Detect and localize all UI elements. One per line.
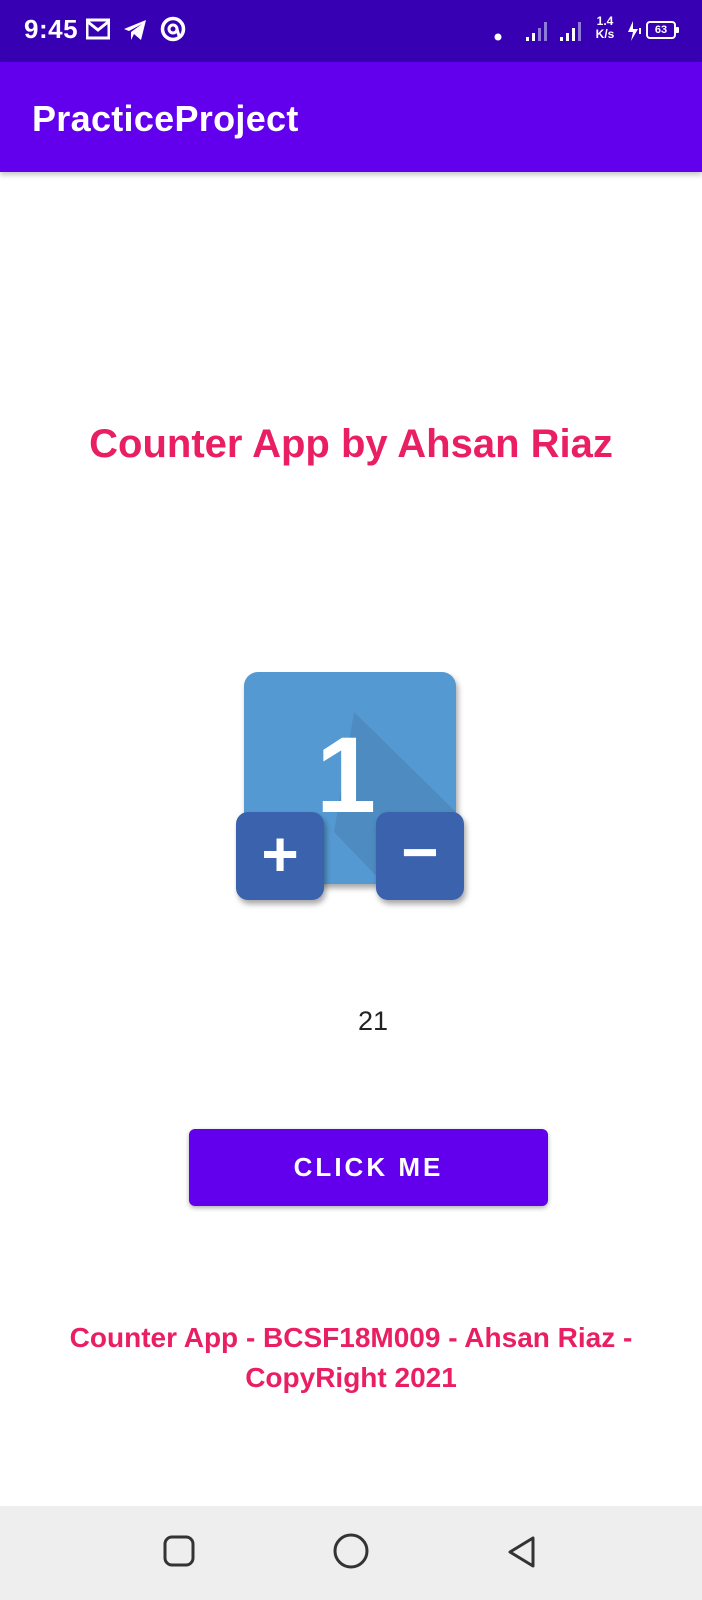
click-me-button[interactable]: CLICK ME [189,1129,548,1206]
minus-icon: − [401,816,438,888]
charging-icon [626,20,642,47]
counter-digit: 1 [316,714,376,835]
network-speed-unit: K/s [595,27,615,41]
status-time: 9:45 [24,14,79,44]
dot-icon [494,28,502,46]
plus-icon: + [261,818,298,890]
home-icon[interactable] [332,1532,370,1575]
app-title: PracticeProject [32,98,299,139]
app-notification-icon [160,16,186,47]
back-icon[interactable] [504,1534,538,1575]
telegram-icon [122,18,148,47]
network-speed: 1.4 K/s [592,15,618,41]
signal-icon [560,20,586,47]
app-heading: Counter App by Ahsan Riaz [89,422,613,466]
signal-icon [526,20,552,47]
count-value: 21 [357,1006,389,1036]
app-bar: PracticeProject [0,62,702,172]
recents-icon[interactable] [162,1534,196,1573]
counter-app-icon: 1 + − [234,672,474,917]
battery-icon: 63 [646,21,679,39]
gmail-icon [85,18,111,45]
footer-copyright: Counter App - BCSF18M009 - Ahsan Riaz - … [20,1318,682,1398]
status-bar: 9:45 1.4 K/s 63 [0,0,702,62]
footer-line-1: Counter App - BCSF18M009 - Ahsan Riaz - [69,1322,633,1353]
navigation-bar [0,1506,702,1600]
footer-line-2: CopyRight 2021 [245,1362,457,1393]
